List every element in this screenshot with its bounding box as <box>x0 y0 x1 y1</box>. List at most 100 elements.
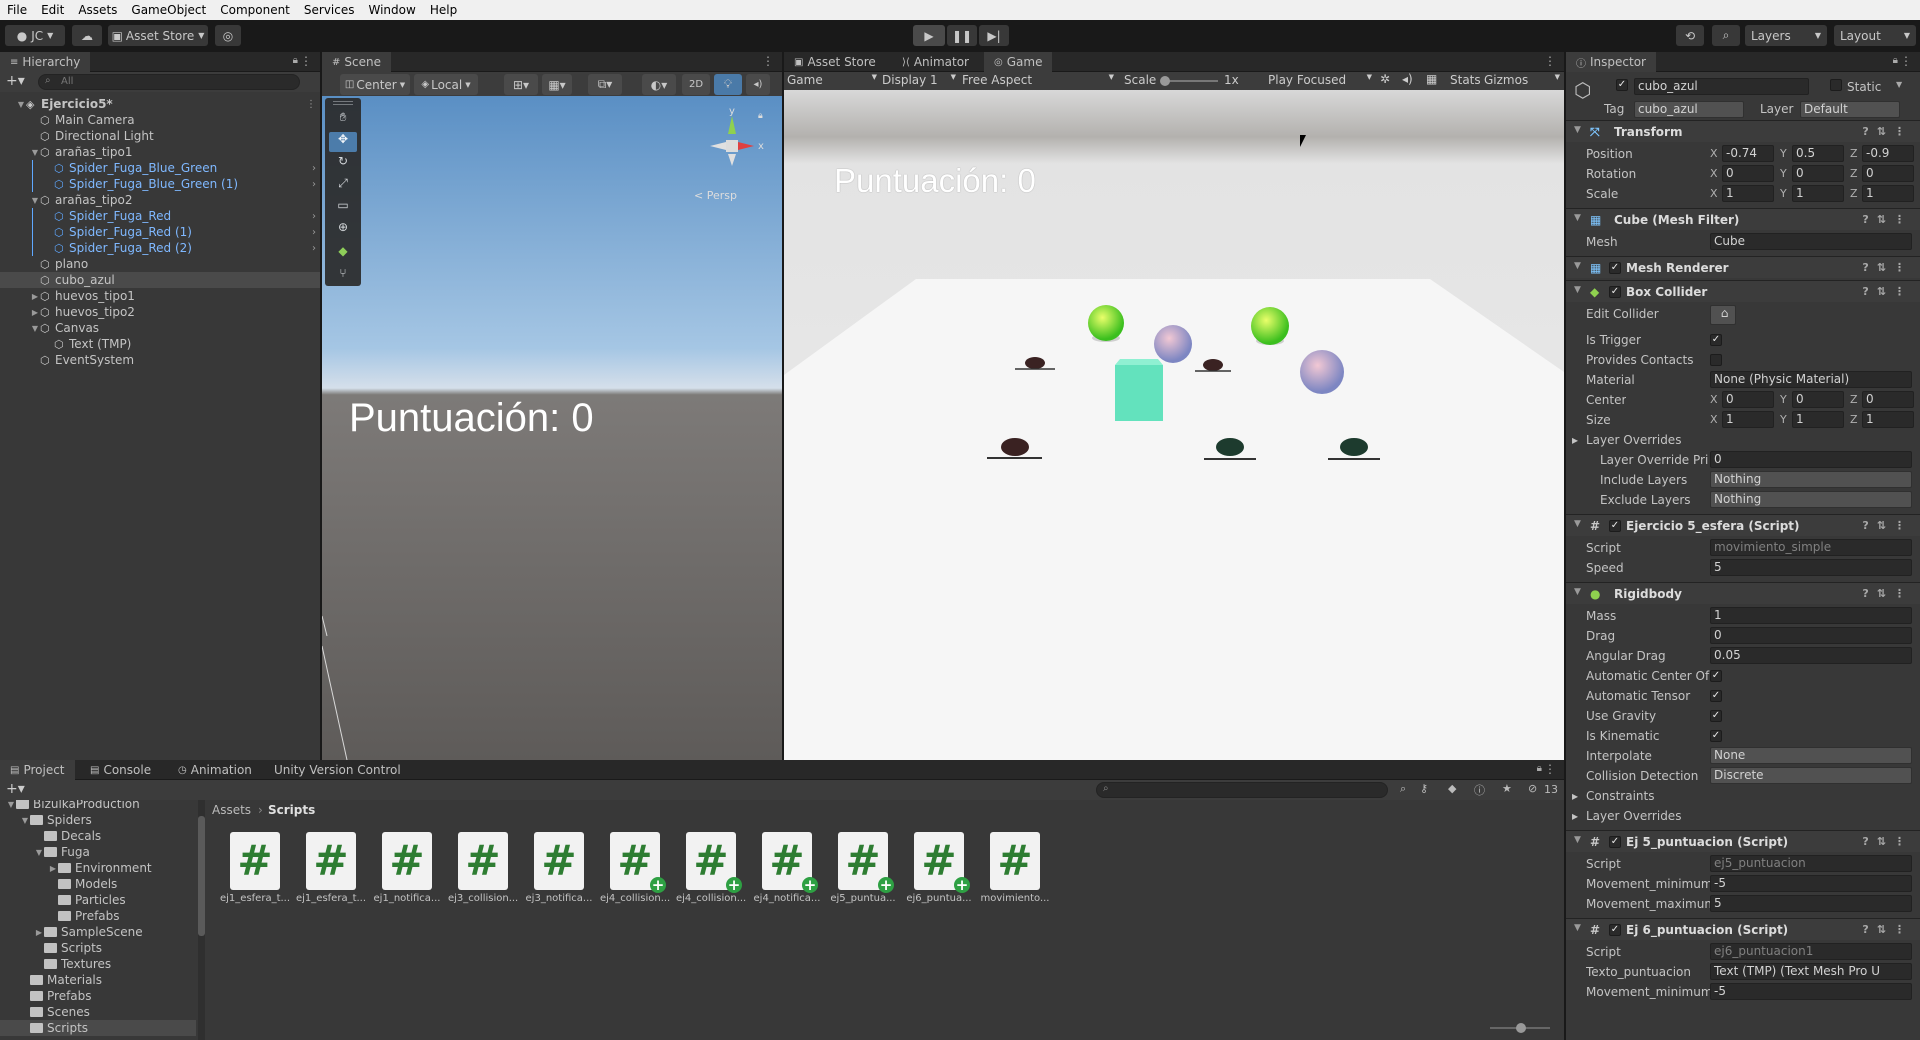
rotate-tool-icon[interactable]: ↻ <box>329 154 357 174</box>
layers-dropdown[interactable]: Layers ▼ <box>1745 25 1827 46</box>
script-ref-field[interactable]: movimiento_simple <box>1710 539 1912 556</box>
breadcrumb-assets[interactable]: Assets <box>212 803 251 817</box>
transform-header[interactable]: ▼ ⤧ Transform ?⇅⋮ <box>1566 120 1920 142</box>
more-icon[interactable]: ⋮ <box>762 54 774 68</box>
open-prefab-icon[interactable]: › <box>312 227 316 238</box>
breadcrumb-scripts[interactable]: Scripts <box>268 803 315 817</box>
component-tools[interactable]: ?⇅⋮ <box>1862 285 1913 298</box>
expand-arrow-icon[interactable]: ▼ <box>1574 835 1581 845</box>
hierarchy-search-input[interactable]: ⌕ All <box>38 74 300 90</box>
collapse-arrow-icon[interactable]: ▶ <box>30 292 40 301</box>
add-icon[interactable]: +▾ <box>6 73 25 89</box>
component-tools[interactable]: ?⇅⋮ <box>1862 519 1913 532</box>
interpolate-field[interactable]: None <box>1710 747 1912 764</box>
script-asset[interactable]: # ej3_notifica... <box>524 832 594 904</box>
component-tools[interactable]: ?⇅⋮ <box>1862 261 1913 274</box>
eye-off-icon[interactable]: ⊘ <box>1528 782 1537 795</box>
center-z-field[interactable]: 0 <box>1862 391 1914 408</box>
audio-button[interactable]: ◂) <box>746 74 770 95</box>
menu-help[interactable]: Help <box>423 3 464 17</box>
aspect-dropdown[interactable]: Free Aspect ▼ <box>962 73 1114 89</box>
icon-size-slider[interactable] <box>1490 1023 1550 1033</box>
expand-arrow-icon[interactable]: ▼ <box>20 816 30 825</box>
hierarchy-item[interactable]: ⬡ Spider_Fuga_Blue_Green (1) › <box>0 176 320 192</box>
scale-slider[interactable] <box>1160 76 1218 86</box>
is-kinematic-checkbox[interactable]: ✓ <box>1710 730 1722 742</box>
folder-item[interactable]: Prefabs <box>0 908 196 924</box>
scrollbar-thumb[interactable] <box>198 816 205 936</box>
hierarchy-item[interactable]: ▼ ⬡ Canvas <box>0 320 320 336</box>
movement-minimum-field[interactable]: -5 <box>1710 983 1912 1000</box>
folder-item[interactable]: Decals <box>0 828 196 844</box>
hierarchy-item[interactable]: ⬡ EventSystem <box>0 352 320 368</box>
star-icon[interactable]: ★ <box>1502 782 1512 795</box>
asset-store-button[interactable]: ▣ Asset Store ▼ <box>108 25 208 46</box>
folder-item[interactable]: Models <box>0 876 196 892</box>
layer-dropdown[interactable]: Default <box>1800 101 1900 118</box>
collapse-arrow-icon[interactable]: ▶ <box>30 308 40 317</box>
hierarchy-item[interactable]: ▼ ⬡ arañas_tipo2 <box>0 192 320 208</box>
script-asset[interactable]: # + ej5_puntua... <box>828 832 898 904</box>
folder-item[interactable]: ▼ Spiders <box>0 812 196 828</box>
tab-hierarchy[interactable]: ≡ Hierarchy <box>0 52 91 72</box>
expand-arrow-icon[interactable]: ▼ <box>1574 923 1581 933</box>
physic-material-field[interactable]: None (Physic Material) <box>1710 371 1912 388</box>
tab-scene[interactable]: # Scene <box>322 52 391 72</box>
position-z-field[interactable]: -0.9 <box>1862 145 1914 162</box>
project-search-input[interactable]: ⌕ <box>1096 782 1388 798</box>
expand-arrow-icon[interactable]: ▼ <box>34 848 44 857</box>
rigidbody-layer-overrides-arrow-icon[interactable]: ▸ <box>1572 809 1578 823</box>
texto-puntuacion-field[interactable]: Text (TMP) (Text Mesh Pro U <box>1710 963 1912 980</box>
stats-button[interactable]: Stats <box>1450 73 1481 87</box>
hierarchy-item[interactable]: ▶ ⬡ huevos_tipo1 <box>0 288 320 304</box>
game-mode-dropdown[interactable]: Game ▼ <box>787 73 877 89</box>
movement-minimum-field[interactable]: -5 <box>1710 875 1912 892</box>
component-tools[interactable]: ?⇅⋮ <box>1862 923 1913 936</box>
script-asset[interactable]: # movimiento... <box>980 832 1050 904</box>
shading-mode-button[interactable]: ◐▾ <box>642 74 676 95</box>
search-by-type-icon[interactable]: ⌕ <box>1400 782 1406 796</box>
rotation-x-field[interactable]: 0 <box>1722 165 1774 182</box>
pause-button[interactable]: ❚❚ <box>947 25 977 46</box>
hierarchy-item[interactable]: ⬡ Directional Light <box>0 128 320 144</box>
automatic-center-checkbox[interactable]: ✓ <box>1710 670 1722 682</box>
add-icon[interactable]: +▾ <box>6 781 25 797</box>
provides-contacts-checkbox[interactable] <box>1710 354 1722 366</box>
tree-scrollbar[interactable] <box>198 800 205 1040</box>
hierarchy-item[interactable]: ⬡ Spider_Fuga_Blue_Green › <box>0 160 320 176</box>
scale-slider-thumb[interactable] <box>1160 76 1170 86</box>
edit-collider-button[interactable]: ⌂ <box>1710 305 1736 325</box>
search-button[interactable]: ⌕ <box>1712 25 1740 46</box>
transform-tool-icon[interactable]: ⊕ <box>329 220 357 240</box>
toggle-2d-button[interactable]: 2D <box>682 74 710 95</box>
expand-arrow-icon[interactable]: ▶ <box>34 928 44 937</box>
script-asset[interactable]: # ej1_notifica... <box>372 832 442 904</box>
expand-arrow-icon[interactable]: ▼ <box>16 100 26 109</box>
box-collider-header[interactable]: ▼ ◆ ✓ Box Collider ?⇅⋮ <box>1566 280 1920 302</box>
pivot-center-dropdown[interactable]: ◫ Center ▼ <box>340 74 410 95</box>
hand-tool-icon[interactable]: ✋︎ <box>329 110 357 130</box>
snap-increment-button[interactable]: ▦▾ <box>542 74 572 95</box>
display-dropdown[interactable]: Display 1 ▼ <box>882 73 956 89</box>
lock-icon[interactable]: 🔒︎ <box>293 55 298 66</box>
hierarchy-item[interactable]: ▼ ◈ Ejercicio5* ⋮ <box>0 96 320 112</box>
lighting-button[interactable]: 💡︎ <box>714 74 742 95</box>
use-gravity-checkbox[interactable]: ✓ <box>1710 710 1722 722</box>
folder-item[interactable]: Materials <box>0 972 196 988</box>
custom-tool-icon[interactable]: ⑂ <box>329 266 357 286</box>
component-tools[interactable]: ?⇅⋮ <box>1862 213 1913 226</box>
settings-button[interactable]: ◎ <box>215 25 241 46</box>
script-asset[interactable]: # + ej6_puntua... <box>904 832 974 904</box>
mute-audio-icon[interactable]: ◂) <box>1402 72 1413 86</box>
center-x-field[interactable]: 0 <box>1722 391 1774 408</box>
tab-console[interactable]: ▤ Console <box>80 760 161 780</box>
play-button[interactable]: ▶ <box>913 25 945 46</box>
drag-field[interactable]: 0 <box>1710 627 1912 644</box>
hierarchy-item[interactable]: ⬡ Spider_Fuga_Red › <box>0 208 320 224</box>
gizmos-dropdown[interactable]: Gizmos ▼ <box>1484 73 1560 89</box>
mesh-filter-header[interactable]: ▼ ▦ Cube (Mesh Filter) ?⇅⋮ <box>1566 208 1920 230</box>
tab-inspector[interactable]: ⓘ Inspector <box>1566 52 1656 72</box>
expand-arrow-icon[interactable]: ▶ <box>48 864 58 873</box>
folder-item[interactable]: ▼ BizulkaProduction <box>0 800 196 812</box>
drag-handle[interactable] <box>333 101 353 105</box>
